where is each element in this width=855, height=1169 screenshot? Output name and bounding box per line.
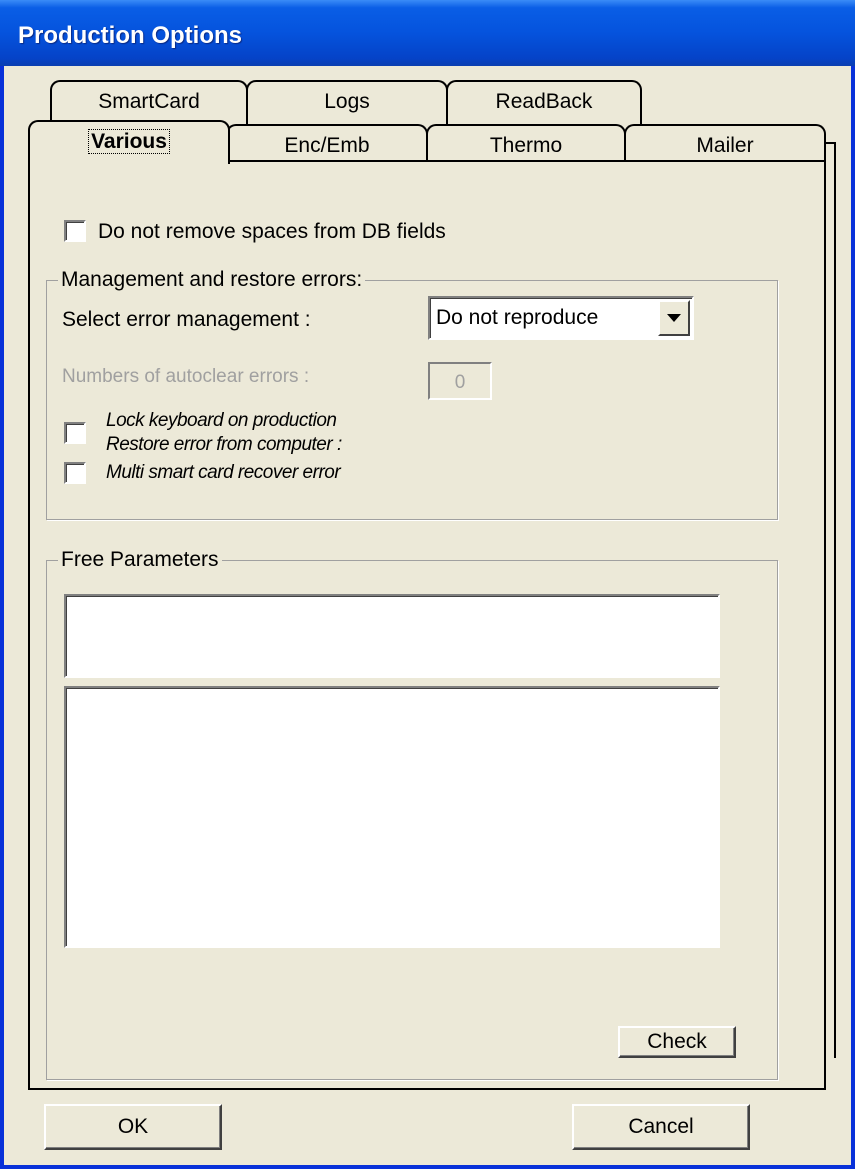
- lock-keyboard-label: Lock keyboard on production: [106, 410, 337, 431]
- tab-panel-top-border: [228, 160, 826, 162]
- free-params-header-field[interactable]: [64, 594, 720, 678]
- errors-group-title: Management and restore errors:: [58, 268, 366, 292]
- lock-keyboard-checkbox[interactable]: [64, 422, 86, 444]
- error-management-value: Do not reproduce: [436, 306, 599, 329]
- tab-mailer[interactable]: Mailer: [624, 124, 826, 164]
- error-management-select[interactable]: Do not reproduce: [428, 296, 694, 340]
- autoclear-errors-value: 0: [454, 372, 466, 393]
- check-button-label: Check: [647, 1030, 707, 1053]
- chevron-down-icon: [667, 314, 681, 322]
- tab-enc-emb[interactable]: Enc/Emb: [226, 124, 428, 164]
- tab-logs-label: Logs: [324, 90, 370, 113]
- multi-smartcard-label: Multi smart card recover error: [106, 462, 341, 483]
- autoclear-errors-input[interactable]: 0: [428, 362, 492, 400]
- tab-panel-various: Do not remove spaces from DB fields Mana…: [28, 160, 826, 1090]
- autoclear-label: Numbers of autoclear errors :: [62, 366, 310, 387]
- tab-smartcard[interactable]: SmartCard: [50, 80, 248, 124]
- tab-smartcard-label: SmartCard: [98, 90, 200, 113]
- title-bar[interactable]: Production Options: [0, 0, 855, 66]
- tab-thermo[interactable]: Thermo: [426, 124, 626, 164]
- tab-various[interactable]: Various: [28, 120, 230, 164]
- tab-readback[interactable]: ReadBack: [446, 80, 642, 124]
- ok-button-label: OK: [117, 1115, 149, 1138]
- restore-error-label: Restore error from computer :: [106, 434, 342, 455]
- ok-button[interactable]: OK: [44, 1104, 222, 1150]
- tab-mailer-label: Mailer: [696, 134, 754, 157]
- tab-enc-emb-label: Enc/Emb: [284, 134, 370, 157]
- cancel-button-label: Cancel: [628, 1115, 694, 1138]
- select-error-label: Select error management :: [62, 308, 311, 331]
- tab-logs[interactable]: Logs: [246, 80, 448, 124]
- tab-panel-back-edge: [826, 142, 836, 1058]
- tab-thermo-label: Thermo: [489, 134, 563, 157]
- window-title: Production Options: [18, 22, 242, 49]
- no-remove-spaces-label: Do not remove spaces from DB fields: [98, 220, 446, 243]
- check-button[interactable]: Check: [618, 1026, 736, 1058]
- tab-various-label: Various: [88, 129, 170, 154]
- tab-readback-label: ReadBack: [495, 90, 593, 113]
- no-remove-spaces-checkbox[interactable]: [64, 220, 86, 242]
- free-params-grid: [64, 686, 720, 948]
- cancel-button[interactable]: Cancel: [572, 1104, 750, 1150]
- multi-smartcard-checkbox[interactable]: [64, 462, 86, 484]
- free-params-title: Free Parameters: [58, 548, 222, 572]
- dropdown-button[interactable]: [658, 300, 690, 336]
